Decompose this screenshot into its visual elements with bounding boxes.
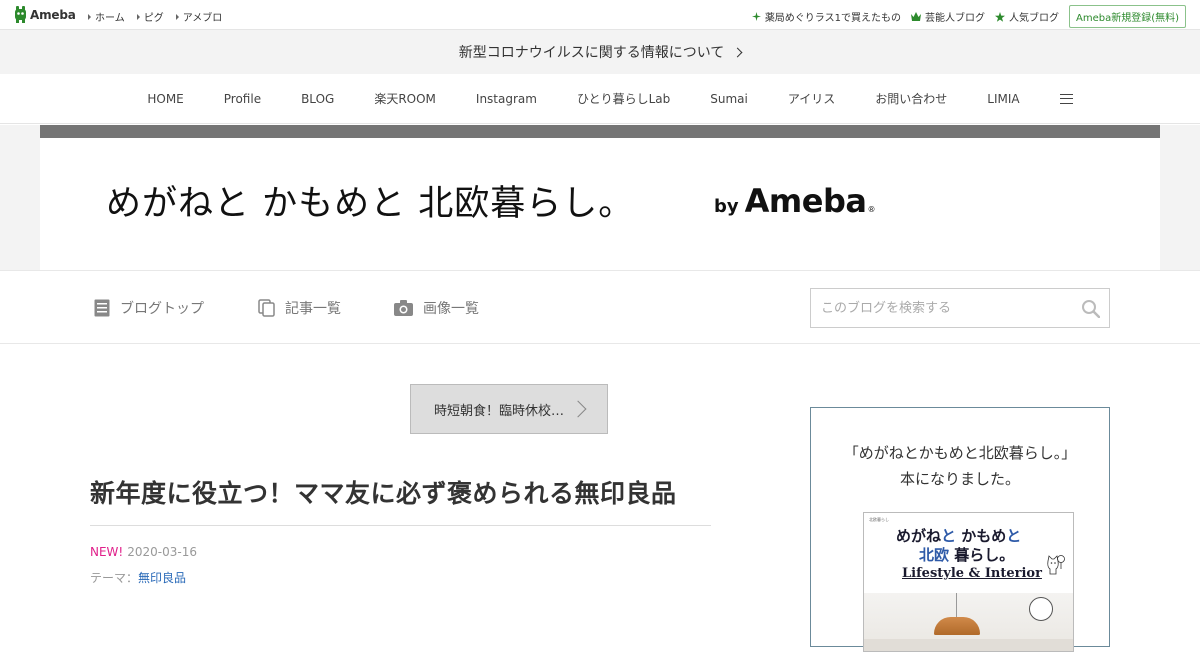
entry-meta: NEW! 2020-03-16	[90, 545, 197, 559]
global-nav-pigg[interactable]: ピグ	[136, 9, 164, 24]
trending-topic-link[interactable]: 薬局めぐりラス1で買えたもの	[751, 9, 901, 24]
blog-header: めがねと かもめと 北欧暮らし。 by Ameba ®	[0, 125, 1200, 270]
global-nav-ameblo[interactable]: アメブロ	[175, 9, 223, 24]
global-nav-label: アメブロ	[182, 13, 223, 24]
blog-nav: HOME Profile BLOG 楽天ROOM Instagram ひとり暮ら…	[0, 74, 1200, 124]
blog-top-label: ブログトップ	[120, 301, 204, 317]
blog-subnav: ブログトップ 記事一覧 画像一覧	[0, 270, 1200, 344]
by-text: by	[714, 196, 739, 217]
book-title-line2: 北欧 暮らし。	[919, 546, 1015, 564]
blog-nav-sumai[interactable]: Sumai	[710, 92, 748, 106]
blog-header-link[interactable]: めがねと かもめと 北欧暮らし。 by Ameba ®	[40, 138, 1160, 270]
pendant-lamp-icon	[934, 617, 980, 635]
blog-nav-profile[interactable]: Profile	[224, 92, 261, 106]
title-divider	[90, 525, 711, 526]
book-promo-line2: 本になりました。	[899, 470, 1020, 488]
clock-icon	[1029, 597, 1053, 621]
plant-illustration-icon	[1057, 555, 1065, 569]
triangle-right-icon	[88, 13, 91, 20]
blog-nav-hitorigurashi-lab[interactable]: ひとり暮らしLab	[577, 90, 670, 107]
crown-icon	[910, 12, 921, 21]
ameba-global-header: Ameba ホーム ピグ アメブロ 薬局めぐりラス1で買えたもの 芸能人ブログ …	[0, 0, 1200, 30]
theme-prefix: テーマ：	[90, 571, 139, 585]
blog-nav-iris[interactable]: アイリス	[788, 90, 835, 107]
entry-theme: テーマ：無印良品	[90, 569, 186, 586]
blog-nav-rakuten-room[interactable]: 楽天ROOM	[374, 90, 436, 107]
theme-link[interactable]: 無印良品	[138, 571, 186, 585]
book-cover-image[interactable]: 北欧暮らし めがねと かもめと 北欧 暮らし。 Lifestyle & Inte…	[863, 512, 1074, 652]
blog-search-box	[810, 288, 1110, 328]
blog-nav-instagram[interactable]: Instagram	[476, 92, 537, 106]
triangle-right-icon	[175, 13, 179, 20]
ameba-wordmark: Ameba	[744, 182, 867, 220]
entry-title[interactable]: 新年度に役立つ！ママ友に必ず褒められる無印良品	[90, 474, 677, 510]
global-nav-label: ホーム	[95, 13, 125, 24]
global-nav: ホーム ピグ アメブロ	[88, 9, 234, 24]
global-nav-label: ピグ	[143, 13, 164, 24]
previous-entry-label: 時短朝食！臨時休校…	[433, 403, 564, 419]
celebrity-blog-label: 芸能人ブログ	[924, 13, 985, 24]
book-subtitle: Lifestyle & Interior	[902, 566, 1042, 581]
blog-nav-limia[interactable]: LIMIA	[987, 92, 1019, 106]
shelf-decor	[864, 639, 1073, 651]
trending-topic-label: 薬局めぐりラス1で買えたもの	[764, 13, 901, 24]
global-right-links: 薬局めぐりラス1で買えたもの 芸能人ブログ 人気ブログ Ameba新規登録(無料…	[751, 5, 1186, 28]
previous-entry-button[interactable]: 時短朝食！臨時休校…	[410, 384, 608, 434]
chevron-right-icon	[569, 400, 587, 418]
popular-blog-label: 人気ブログ	[1008, 13, 1059, 24]
image-list-link[interactable]: 画像一覧	[394, 298, 479, 318]
blog-nav-blog[interactable]: BLOG	[301, 92, 334, 106]
book-promo-line1: 「めがねとかもめと北欧暮らし。」	[843, 444, 1077, 462]
global-nav-home[interactable]: ホーム	[88, 9, 125, 24]
chevron-right-icon	[732, 47, 743, 57]
blog-nav-contact[interactable]: お問い合わせ	[875, 90, 947, 107]
by-ameba-logo: by Ameba ®	[714, 182, 875, 220]
celebrity-blog-link[interactable]: 芸能人ブログ	[910, 9, 985, 24]
book-cover-photo	[864, 593, 1073, 651]
blog-search-input[interactable]	[811, 289, 1061, 327]
document-icon	[94, 299, 110, 317]
book-promo-box: 「めがねとかもめと北欧暮らし。」 本になりました。 北欧暮らし めがねと かもめ…	[810, 407, 1110, 652]
article-list-link[interactable]: 記事一覧	[258, 298, 341, 318]
book-small-label: 北欧暮らし	[869, 517, 889, 522]
sparkle-icon	[751, 12, 761, 21]
ameba-logo-icon	[15, 6, 26, 23]
logo-text: Ameba	[30, 7, 76, 22]
blog-title: めがねと かもめと 北欧暮らし。	[106, 184, 635, 224]
registered-mark: ®	[867, 205, 876, 214]
hamburger-menu-icon[interactable]	[1059, 93, 1073, 104]
signup-button[interactable]: Ameba新規登録(無料)	[1068, 5, 1186, 28]
search-icon[interactable]	[1081, 299, 1100, 318]
article-list-label: 記事一覧	[285, 301, 341, 317]
copy-icon	[258, 299, 275, 317]
header-top-bar	[40, 125, 1160, 138]
popular-blog-link[interactable]: 人気ブログ	[994, 9, 1059, 24]
blog-top-link[interactable]: ブログトップ	[94, 298, 204, 318]
ameba-logo[interactable]: Ameba	[14, 6, 76, 23]
book-title-line1: めがねと かもめと	[896, 527, 1022, 545]
triangle-right-icon	[136, 13, 140, 20]
announcement-text: 新型コロナウイルスに関する情報について	[458, 45, 725, 61]
star-icon	[994, 11, 1005, 22]
camera-icon	[394, 300, 413, 316]
entry-date: 2020-03-16	[127, 545, 197, 559]
new-badge: NEW!	[90, 545, 124, 559]
lamp-cord	[956, 593, 957, 617]
image-list-label: 画像一覧	[423, 301, 479, 317]
covid-announcement-banner[interactable]: 新型コロナウイルスに関する情報について	[0, 30, 1200, 74]
blog-nav-home[interactable]: HOME	[147, 92, 183, 106]
